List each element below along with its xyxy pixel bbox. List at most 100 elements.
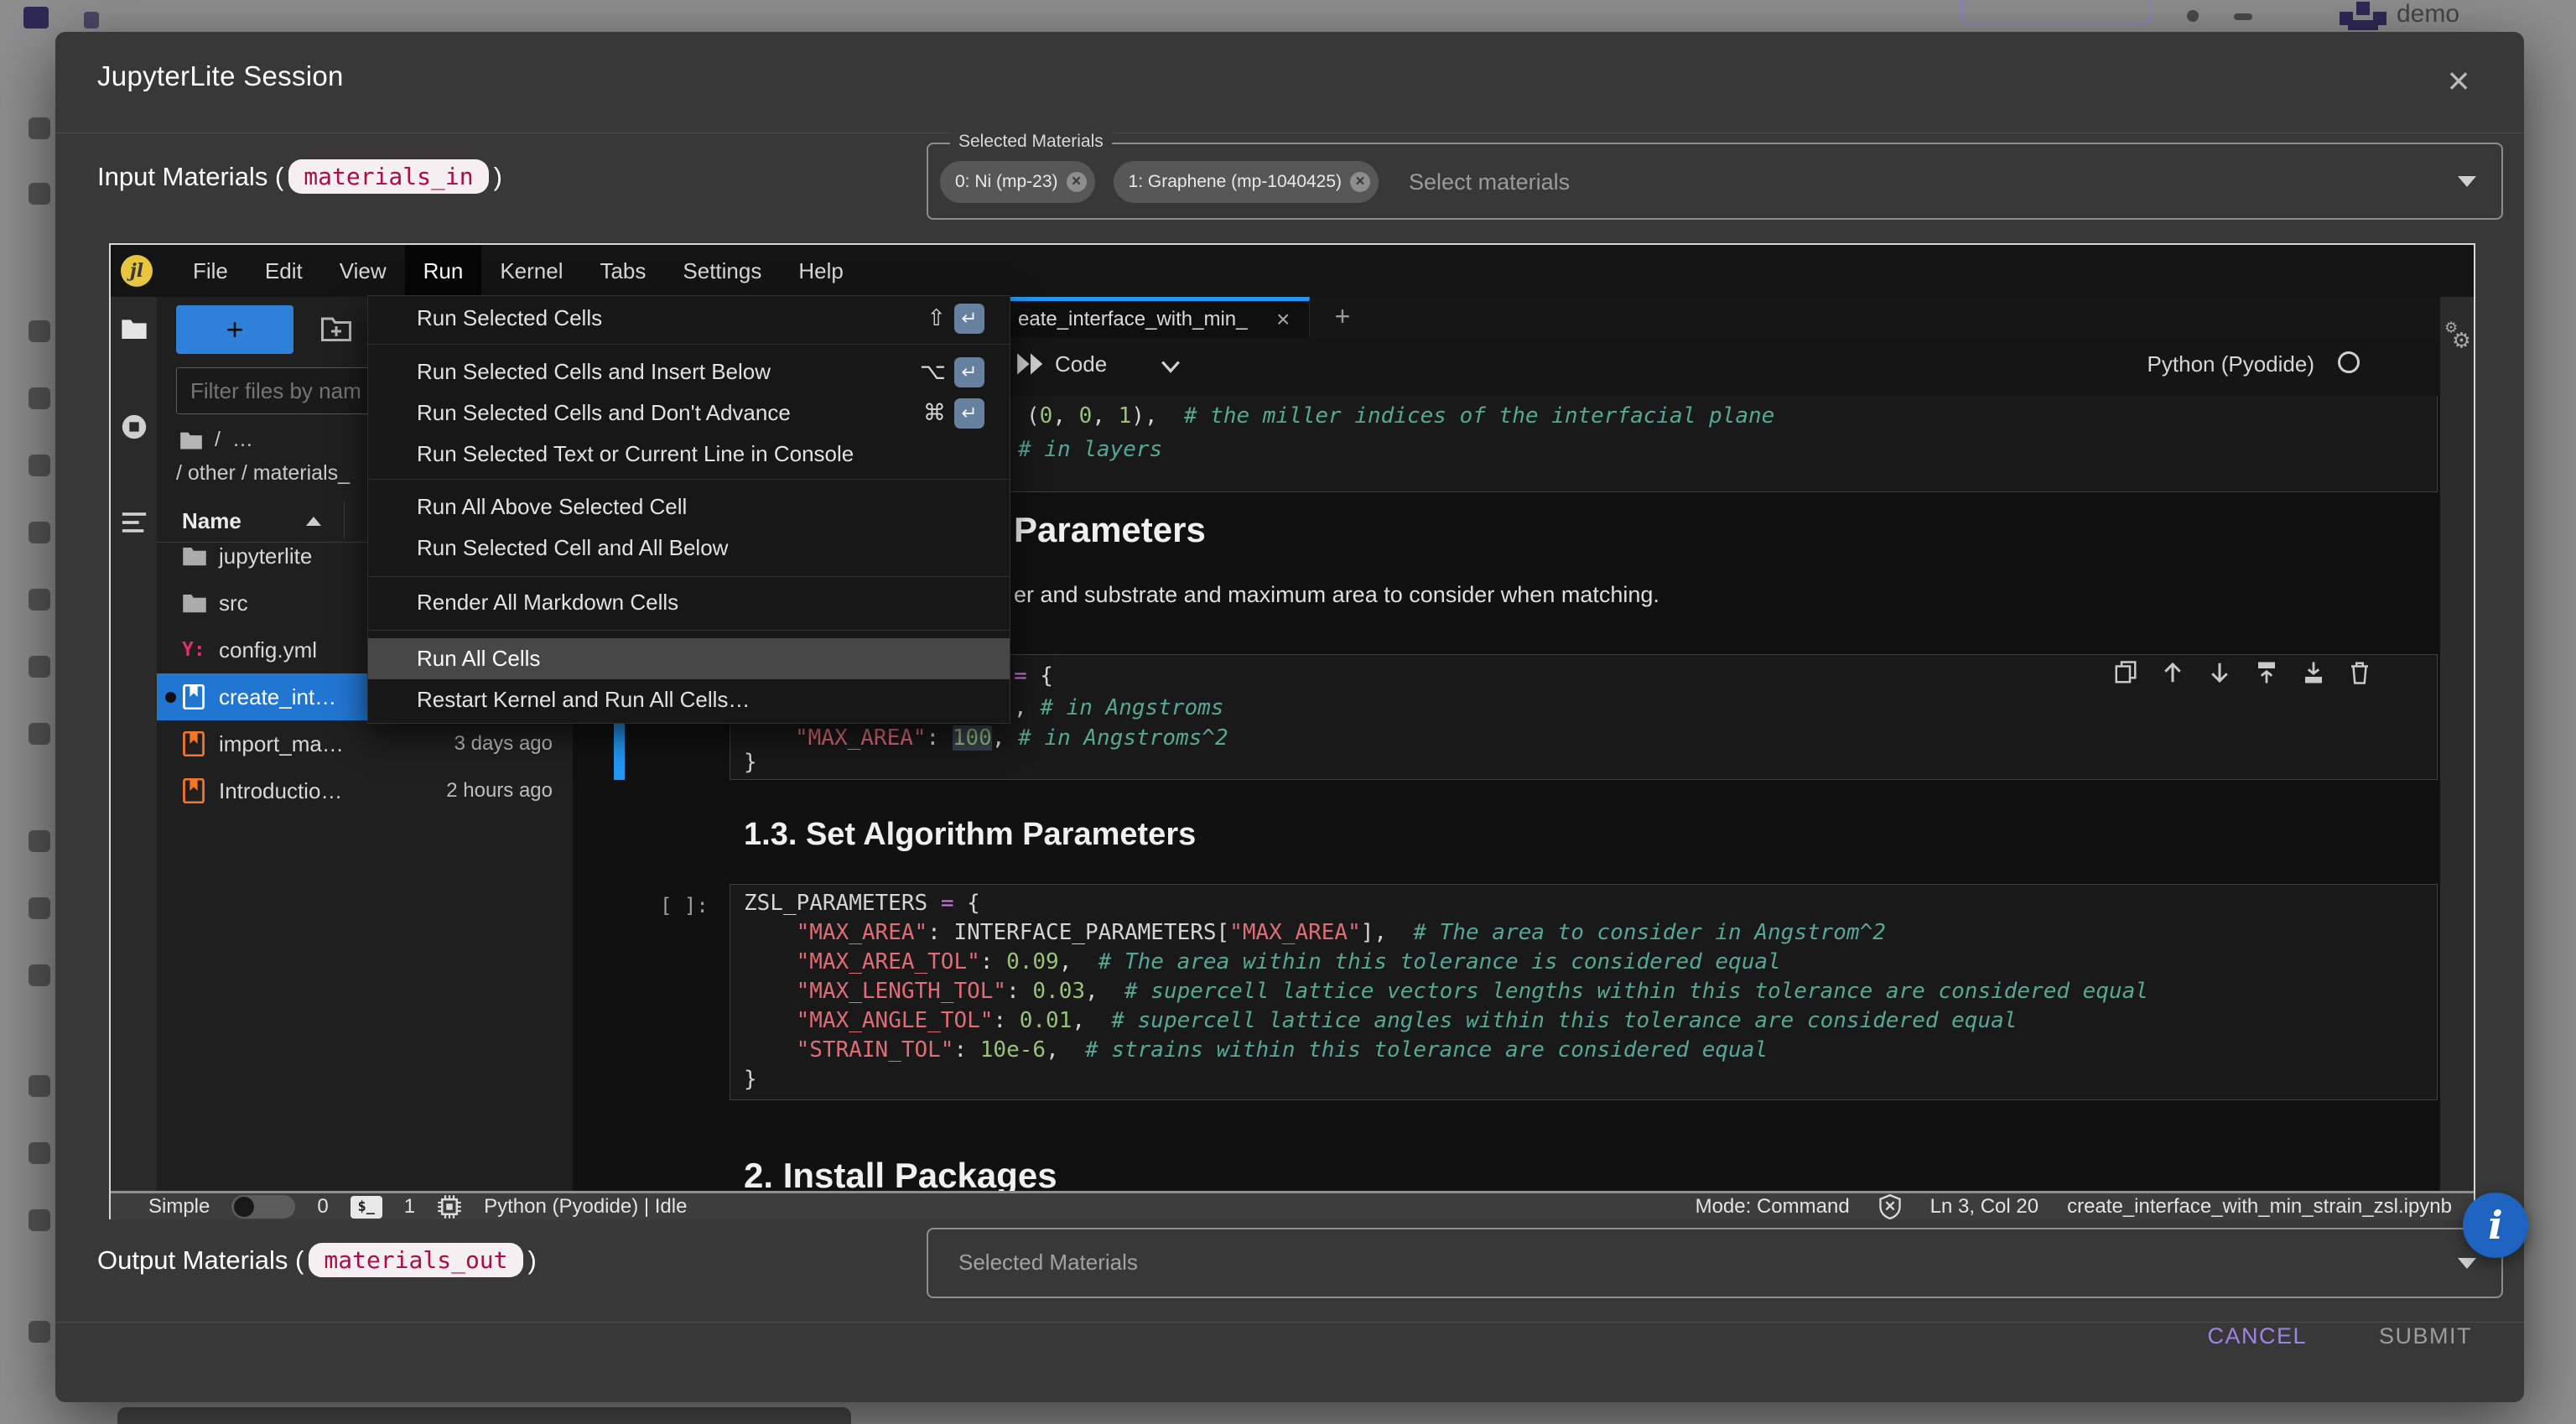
tab-close-icon[interactable]: ×: [1276, 306, 1290, 333]
cell-type-select[interactable]: Code: [1055, 351, 1107, 377]
menu-file[interactable]: File: [174, 245, 247, 297]
return-key-icon: ↵: [954, 304, 984, 334]
code-block[interactable]: ZSL_PARAMETERS = { "MAX_AREA": INTERFACE…: [744, 889, 2148, 1094]
input-materials-suffix: ): [494, 162, 502, 192]
command-key-icon: ⌘: [923, 400, 946, 426]
simple-mode-toggle[interactable]: [231, 1195, 295, 1219]
info-button[interactable]: i: [2463, 1193, 2528, 1258]
output-materials-code-badge: materials_out: [309, 1243, 522, 1277]
background-logo-mark: [84, 12, 99, 29]
chip-remove-icon[interactable]: ×: [1350, 172, 1370, 192]
breadcrumb-ellipsis[interactable]: …: [232, 428, 253, 452]
jupyter-statusbar: Simple 0 $_ 1 Python (Pyodide) | Idle Mo…: [111, 1191, 2474, 1220]
dialog-title: JupyterLite Session: [97, 60, 344, 92]
material-chip[interactable]: 1: Graphene (mp-1040425) ×: [1114, 161, 1379, 203]
material-chip[interactable]: 0: Ni (mp-23) ×: [940, 161, 1095, 203]
menu-run[interactable]: Run: [405, 245, 482, 297]
submit-button[interactable]: SUBMIT: [2379, 1323, 2472, 1349]
kernels-count: 1: [404, 1195, 415, 1219]
notebook-file-icon: [182, 684, 207, 709]
background-sidebar-icon: [29, 656, 50, 678]
kernel-status-icon[interactable]: [2338, 351, 2360, 373]
output-materials-label: Output Materials ( materials_out ): [97, 1243, 537, 1277]
background-sidebar-icon: [29, 1142, 50, 1164]
output-materials-prefix: Output Materials (: [97, 1245, 304, 1276]
menu-tabs[interactable]: Tabs: [581, 245, 664, 297]
new-tab-button[interactable]: +: [1323, 299, 1362, 334]
output-materials-select[interactable]: Selected Materials: [927, 1228, 2503, 1298]
yaml-file-icon: Y:: [182, 639, 207, 661]
kernel-chip-icon: [437, 1194, 462, 1219]
menu-edit[interactable]: Edit: [247, 245, 321, 297]
material-chip-label: 1: Graphene (mp-1040425): [1129, 172, 1343, 192]
menu-item-run-all-above[interactable]: Run All Above Selected Cell: [368, 486, 1010, 528]
selected-materials-legend: Selected Materials: [950, 132, 1112, 152]
menu-item-run-insert-below[interactable]: Run Selected Cells and Insert Below ⌥ ↵: [368, 351, 1010, 392]
menu-item-run-all-below[interactable]: Run Selected Cell and All Below: [368, 528, 1010, 569]
cell-prompt: [ ]:: [660, 894, 709, 917]
new-folder-icon[interactable]: [321, 315, 351, 342]
menu-item-run-text-in-console[interactable]: Run Selected Text or Current Line in Con…: [368, 434, 1010, 475]
dialog-actions: CANCEL SUBMIT: [2207, 1323, 2472, 1349]
input-materials-select[interactable]: Selected Materials 0: Ni (mp-23) × 1: Gr…: [927, 143, 2503, 220]
dropdown-arrow-icon[interactable]: [2458, 1258, 2476, 1269]
move-cell-up-icon[interactable]: [2160, 660, 2185, 685]
background-sidebar-icon: [29, 117, 50, 139]
move-cell-down-icon[interactable]: [2207, 660, 2232, 685]
menu-item-run-selected-cells[interactable]: Run Selected Cells ⇧ ↵: [368, 298, 1010, 339]
chip-remove-icon[interactable]: ×: [1067, 172, 1087, 192]
background-sidebar-icon: [29, 897, 50, 919]
background-sidebar-icon: [29, 1321, 50, 1343]
breadcrumb-root[interactable]: /: [215, 428, 221, 452]
menu-view[interactable]: View: [321, 245, 405, 297]
run-all-fast-forward-icon[interactable]: [1015, 351, 1046, 377]
new-launcher-button[interactable]: +: [176, 305, 293, 354]
property-inspector-gears-icon[interactable]: ⚙ ⚙: [2442, 317, 2472, 351]
menu-item-run-all-cells[interactable]: Run All Cells: [368, 638, 1010, 679]
home-folder-icon[interactable]: [179, 430, 203, 450]
insert-cell-below-icon[interactable]: [2301, 660, 2326, 685]
menu-item-run-dont-advance[interactable]: Run Selected Cells and Don't Advance ⌘ ↵: [368, 392, 1010, 434]
background-search-icon: [2187, 10, 2199, 22]
trust-shield-icon[interactable]: [1878, 1194, 1902, 1219]
cursor-position[interactable]: Ln 3, Col 20: [1930, 1195, 2038, 1219]
duplicate-cell-icon[interactable]: [2113, 660, 2138, 685]
file-modified-date: 2 hours ago: [446, 779, 553, 803]
jupyter-menubar: jl File Edit View Run Kernel Tabs Settin…: [111, 245, 2474, 297]
file-row-import-material[interactable]: import_ma… 3 days ago: [157, 720, 573, 767]
chevron-down-icon[interactable]: [1160, 359, 1182, 374]
menu-item-render-all-markdown[interactable]: Render All Markdown Cells: [368, 582, 1010, 623]
breadcrumb-path[interactable]: / other / materials_: [176, 461, 350, 486]
background-sidebar-icon: [29, 1209, 50, 1231]
name-column-header[interactable]: Name: [182, 508, 242, 534]
section-paragraph: er and substrate and maximum area to con…: [1014, 582, 1659, 608]
code-line: }: [744, 748, 757, 777]
close-icon[interactable]: ×: [2433, 55, 2484, 106]
kernel-status-text[interactable]: Python (Pyodide) | Idle: [484, 1195, 687, 1219]
menu-settings[interactable]: Settings: [664, 245, 780, 297]
running-kernels-tab-icon[interactable]: [120, 413, 148, 441]
code-line: , # in Angstroms: [1014, 691, 1223, 725]
return-key-icon: ↵: [954, 398, 984, 429]
sort-ascending-icon[interactable]: [306, 517, 321, 526]
option-key-icon: ⌥: [920, 359, 946, 385]
cancel-button[interactable]: CANCEL: [2207, 1323, 2307, 1349]
input-materials-code-badge: materials_in: [288, 159, 488, 194]
notebook-file-icon: [182, 731, 207, 756]
file-browser-tab-icon[interactable]: [121, 317, 148, 340]
notebook-tab-label: eate_interface_with_min_: [1018, 308, 1248, 331]
kernel-name[interactable]: Python (Pyodide): [2148, 351, 2314, 377]
menu-kernel[interactable]: Kernel: [481, 245, 581, 297]
active-filename: create_interface_with_min_strain_zsl.ipy…: [2067, 1195, 2452, 1219]
background-sidebar-icon: [29, 964, 50, 986]
delete-cell-icon[interactable]: [2348, 660, 2371, 685]
table-of-contents-tab-icon[interactable]: [120, 510, 148, 535]
menu-item-restart-and-run-all[interactable]: Restart Kernel and Run All Cells…: [368, 679, 1010, 720]
breadcrumb[interactable]: / …: [179, 428, 253, 452]
insert-cell-above-icon[interactable]: [2254, 660, 2279, 685]
dropdown-arrow-icon[interactable]: [2458, 176, 2476, 187]
mode-indicator[interactable]: Mode: Command: [1696, 1195, 1850, 1219]
section-heading-1-2: Parameters: [1014, 510, 1206, 550]
menu-help[interactable]: Help: [780, 245, 861, 297]
file-row-introduction[interactable]: Introductio… 2 hours ago: [157, 767, 573, 814]
